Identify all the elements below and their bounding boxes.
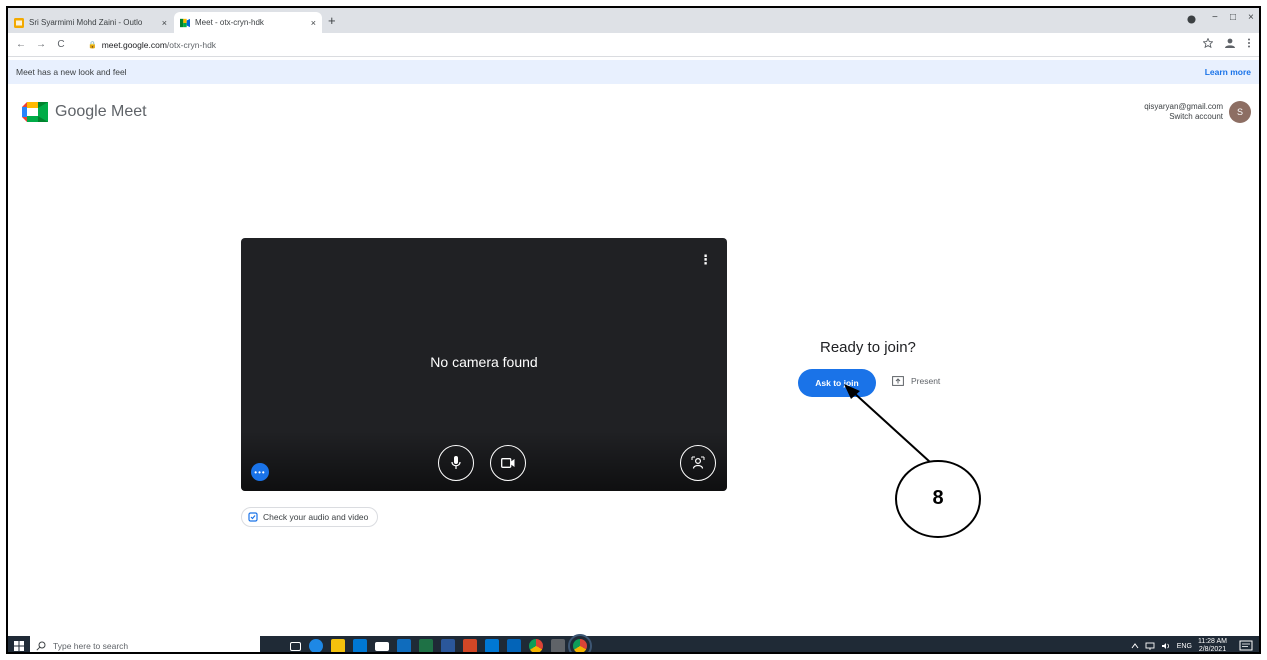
google-meet-icon (180, 18, 190, 27)
start-button[interactable] (8, 636, 30, 652)
task-view-icon[interactable] (290, 641, 301, 651)
toolbar-right (1203, 38, 1251, 48)
clock[interactable]: 11:28 AM 2/8/2021 (1197, 638, 1227, 653)
annotation-step-number: 8 (932, 487, 944, 509)
maximize-button[interactable]: □ (1230, 12, 1236, 23)
lock-icon: 🔒 (88, 42, 97, 49)
device-check-icon (248, 512, 258, 522)
account-email: qisyaryan@gmail.com (1144, 102, 1223, 111)
chevron-up-icon[interactable] (1131, 643, 1139, 649)
mail-icon[interactable] (375, 641, 389, 651)
close-window-button[interactable]: × (1248, 12, 1254, 23)
windows-logo-icon (14, 641, 24, 651)
browser-tab-strip: Sri Syarmimi Mohd Zaini - Outlo × Meet -… (8, 8, 1259, 33)
taskbar-search-input[interactable]: Type here to search (30, 636, 260, 652)
google-meet-icon (22, 102, 48, 122)
address-bar-row: ← → C 🔒 meet.google.com /otx-cryn-hdk (8, 33, 1259, 57)
url-host: meet.google.com (101, 40, 167, 50)
clock-date: 2/8/2021 (1198, 646, 1227, 653)
file-explorer-icon[interactable] (331, 639, 345, 652)
chrome-active-icon[interactable] (568, 634, 592, 652)
browser-menu-icon[interactable] (1247, 38, 1251, 48)
outlook-taskbar-icon[interactable] (485, 639, 499, 652)
teams-icon[interactable] (507, 639, 521, 652)
avatar[interactable]: S (1229, 101, 1251, 123)
tab-label: Meet - otx-cryn-hdk (195, 18, 264, 27)
banner-text: Meet has a new look and feel (16, 67, 127, 77)
tab-label: Sri Syarmimi Mohd Zaini - Outlo (29, 18, 143, 27)
profile-icon[interactable] (1223, 38, 1237, 48)
preview-gradient (241, 431, 727, 491)
volume-icon[interactable] (1161, 642, 1171, 650)
profile-dot-icon[interactable] (1187, 15, 1196, 24)
minimize-button[interactable]: − (1212, 12, 1218, 23)
learn-more-link[interactable]: Learn more (1205, 67, 1251, 77)
url-path: /otx-cryn-hdk (166, 40, 217, 50)
powerpoint-icon[interactable] (463, 639, 477, 652)
annotation-arrow (852, 391, 931, 463)
more-effects-button[interactable]: ••• (251, 463, 269, 481)
excel-icon[interactable] (419, 639, 433, 652)
bookmark-star-icon[interactable] (1203, 38, 1213, 48)
more-options-icon[interactable]: ⋮ (699, 252, 712, 268)
notification-icon[interactable] (1239, 639, 1253, 653)
camera-icon (501, 458, 515, 468)
forward-button[interactable]: → (34, 39, 48, 50)
microphone-toggle-button[interactable] (438, 445, 474, 481)
microphone-icon (451, 456, 461, 469)
back-button[interactable]: ← (14, 39, 28, 50)
store-icon[interactable] (353, 639, 367, 652)
check-audio-video-button[interactable]: Check your audio and video (241, 507, 379, 527)
tab-close-icon[interactable]: × (311, 18, 316, 28)
no-camera-message: No camera found (430, 354, 538, 370)
search-icon (36, 641, 46, 651)
new-tab-button[interactable]: + (328, 13, 336, 28)
account-info: qisyaryan@gmail.com Switch account (1144, 102, 1223, 122)
logo-text: Google Meet (55, 103, 147, 120)
outlook-icon (14, 17, 24, 28)
search-placeholder: Type here to search (53, 641, 129, 651)
word-icon[interactable] (441, 639, 455, 652)
system-tray: ENG 11:28 AM 2/8/2021 (1131, 638, 1227, 653)
windows-taskbar: Type here to search ENG 11:28 AM 2/8/202… (8, 634, 1259, 653)
language-indicator[interactable]: ENG (1177, 643, 1192, 650)
lync-icon[interactable] (397, 639, 411, 652)
google-meet-logo[interactable]: Google Meet (22, 102, 147, 122)
taskbar-apps (290, 634, 592, 652)
network-icon[interactable] (1145, 642, 1155, 650)
video-preview: ⋮ No camera found ••• (241, 238, 727, 491)
present-button[interactable]: Present (892, 376, 940, 386)
new-look-banner: Meet has a new look and feel Learn more (8, 60, 1259, 84)
url-field[interactable]: 🔒 meet.google.com /otx-cryn-hdk (88, 36, 1208, 54)
reload-button[interactable]: C (54, 39, 68, 50)
check-audio-video-label: Check your audio and video (263, 512, 369, 522)
tab-close-icon[interactable]: × (162, 18, 167, 28)
tab-meet[interactable]: Meet - otx-cryn-hdk × (174, 12, 322, 33)
camera-toggle-button[interactable] (490, 445, 526, 481)
tab-outlook[interactable]: Sri Syarmimi Mohd Zaini - Outlo × (8, 12, 173, 33)
edge-icon[interactable] (309, 639, 323, 652)
clock-time: 11:28 AM (1197, 638, 1227, 645)
switch-account-link[interactable]: Switch account (1144, 112, 1223, 122)
visual-effects-button[interactable] (680, 445, 716, 481)
present-screen-icon (892, 376, 904, 386)
present-label: Present (911, 376, 941, 386)
ask-to-join-button[interactable]: Ask to join (798, 369, 876, 397)
screenshot-frame: Sri Syarmimi Mohd Zaini - Outlo × Meet -… (6, 6, 1261, 654)
calculator-icon[interactable] (551, 639, 565, 652)
chrome-icon[interactable] (529, 639, 543, 652)
ready-to-join-heading: Ready to join? (820, 339, 916, 356)
visual-effects-icon (691, 456, 705, 469)
